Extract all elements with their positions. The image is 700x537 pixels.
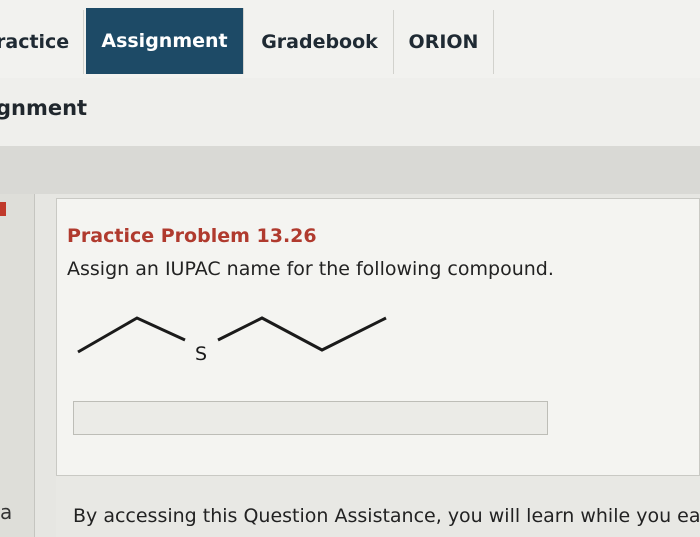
molecule-structure: S [77, 316, 387, 365]
heading-strip [0, 78, 700, 146]
top-nav-tabs: ractice Assignment Gradebook ORION [0, 0, 700, 79]
tab-gradebook[interactable]: Gradebook [246, 10, 394, 74]
tab-practice[interactable]: ractice [0, 10, 84, 74]
gutter-label: a [0, 500, 13, 524]
answer-input[interactable] [73, 401, 548, 435]
carbon-chain [77, 316, 186, 354]
sulfur-atom-label: S [195, 343, 207, 365]
tab-bar-filler [494, 10, 700, 74]
section-band [0, 146, 700, 194]
tab-orion[interactable]: ORION [394, 10, 494, 74]
status-marker [0, 202, 6, 216]
carbon-chain [217, 316, 387, 352]
problem-title: Practice Problem 13.26 [67, 225, 317, 247]
assistance-text: By accessing this Question Assistance, y… [73, 505, 700, 527]
tab-assignment[interactable]: Assignment [86, 8, 244, 74]
page-title: gnment [0, 96, 88, 120]
problem-question: Assign an IUPAC name for the following c… [67, 258, 554, 280]
left-gutter [0, 194, 35, 537]
